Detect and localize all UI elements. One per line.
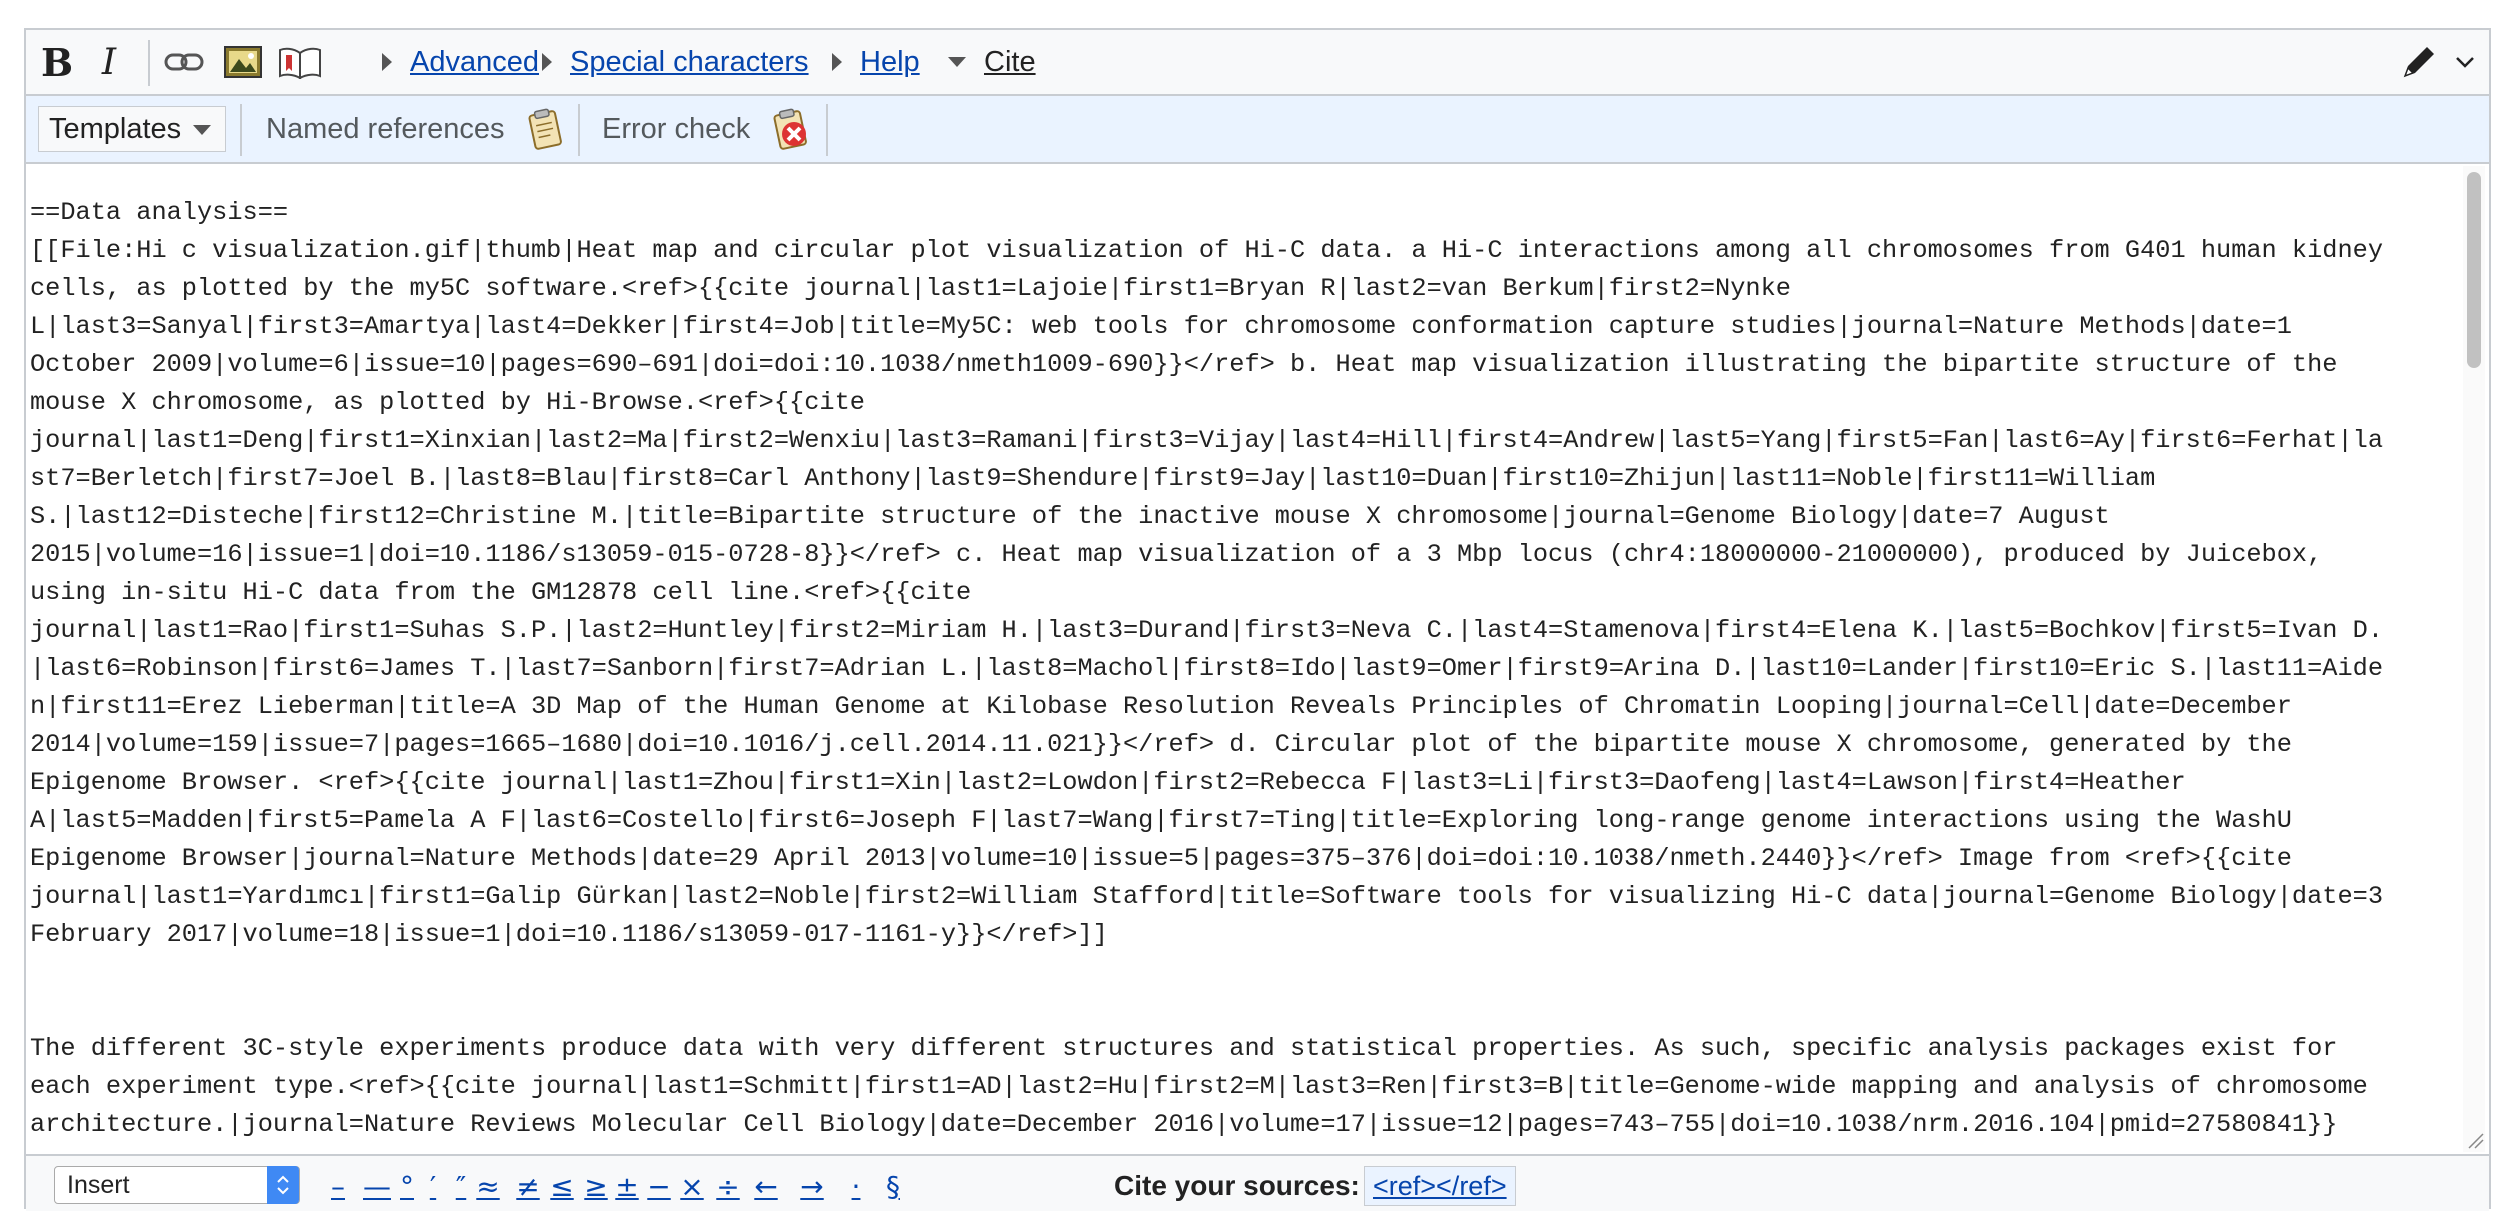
special-symbol-button[interactable]: × [676,1168,708,1204]
editing-mode-switch[interactable] [2399,42,2475,82]
special-symbol-button[interactable]: — [360,1168,394,1204]
wikitext-editor: B I Advanced Special characters Help Cit… [24,28,2493,1211]
special-symbol-button[interactable]: ÷ [712,1168,744,1204]
insert-ref-button[interactable]: <ref></ref> [1364,1166,1516,1206]
templates-label: Templates [49,112,182,145]
special-symbol-button[interactable]: ≠ [512,1168,544,1204]
textarea-line: architecture.|journal=Nature Reviews Mol… [30,1110,2338,1139]
textarea-line: The different 3C-style experiments produ… [30,1034,2338,1063]
link-icon[interactable] [162,42,206,82]
textarea-line: Epigenome Browser|journal=Nature Methods… [30,844,2292,873]
toolbar-divider [826,104,828,156]
textarea-line: October 2009|volume=6|issue=10|pages=690… [30,350,2338,379]
clipboard-icon [528,108,562,150]
triangle-right-icon [382,53,392,71]
error-check-button[interactable]: Error check [602,106,812,152]
textarea-line [30,954,2453,992]
toolbar-divider [148,40,150,86]
help-menu[interactable]: Help [832,42,920,82]
bold-button[interactable]: B [40,40,74,85]
textarea-line: ==Data analysis== [30,198,289,227]
special-characters-menu[interactable]: Special characters [542,42,809,82]
special-symbol-button[interactable]: – [324,1168,352,1204]
named-references-button[interactable]: Named references [266,106,567,152]
resize-handle-icon[interactable] [2463,1128,2485,1150]
insert-dropdown[interactable]: Insert [54,1166,300,1204]
textarea-scrollbar[interactable] [2463,166,2485,1152]
textarea-line: each experiment type.<ref>{{cite journal… [30,1072,2368,1101]
textarea-line: 2015|volume=16|issue=1|doi=10.1186/s1305… [30,540,2323,569]
special-symbol-button[interactable]: − [644,1168,674,1204]
insert-selected-value: Insert [67,1170,130,1199]
textarea-line: |last6=Robinson|first6=James T.|last7=Sa… [30,654,2383,683]
toolbar-divider [578,104,580,156]
templates-dropdown[interactable]: Templates [38,106,226,152]
chevron-down-icon [2456,57,2474,68]
special-symbol-button[interactable]: ≤ [546,1168,578,1204]
dropdown-arrow-icon [193,125,211,135]
wikitext-textarea[interactable]: ==Data analysis== [[File:Hi c visualizati… [26,164,2493,1154]
textarea-line: cells, as plotted by the my5C software.<… [30,274,1791,303]
cite-menu[interactable]: Cite [948,42,1036,82]
error-check-label: Error check [602,112,751,145]
special-symbol-button[interactable]: · [840,1168,872,1204]
textarea-line: using in-situ Hi-C data from the GM12878… [30,578,972,607]
insert-bar: Insert – — ° ′ ″ ≈ ≠ ≤ ≥ ± − × ÷ ← → · § Cite your sourc… [26,1154,2489,1211]
cite-toolbar: Templates Named references Error check [26,96,2489,164]
textarea-line: [[File:Hi c visualization.gif|thumb|Heat… [30,236,2383,265]
special-symbol-button[interactable]: ° [394,1168,420,1204]
special-characters-label: Special characters [570,45,809,78]
cite-sources-label: Cite your sources: [1114,1170,1360,1201]
textarea-line: st7=Berletch|first7=Joel B.|last8=Blau|f… [30,464,2156,493]
select-spinner-icon [267,1166,299,1204]
pencil-icon [2403,47,2434,78]
special-symbol-button[interactable]: ≥ [580,1168,612,1204]
special-symbol-button[interactable]: ± [612,1168,642,1204]
italic-button[interactable]: I [94,42,124,83]
textarea-line: 2014|volume=159|issue=7|pages=1665–1680|… [30,730,2292,759]
named-references-label: Named references [266,112,505,145]
triangle-right-icon [832,53,842,71]
reference-book-icon[interactable] [276,42,324,82]
special-symbol-button[interactable]: § [878,1168,908,1204]
textarea-line: n|first11=Erez Lieberman|title=A 3D Map … [30,692,2292,721]
textarea-line: journal|last1=Rao|first1=Suhas S.P.|last… [30,616,2383,645]
advanced-label: Advanced [410,45,539,78]
special-symbol-button[interactable]: ≈ [472,1168,504,1204]
toolbar-divider [240,104,242,156]
textarea-line: L|last3=Sanyal|first3=Amartya|last4=Dekk… [30,312,2292,341]
embedded-file-icon[interactable] [222,42,264,82]
textarea-line: mouse X chromosome, as plotted by Hi-Bro… [30,388,865,417]
advanced-menu[interactable]: Advanced [382,42,539,82]
textarea-line [30,992,2453,1030]
scrollbar-thumb[interactable] [2467,172,2481,368]
error-clipboard-icon [773,108,808,150]
triangle-down-icon [948,57,966,67]
cite-label: Cite [984,45,1036,78]
textarea-line: A|last5=Madden|first5=Pamela A F|last6=C… [30,806,2292,835]
textarea-line: February 2017|volume=18|issue=1|doi=10.1… [30,920,1108,949]
textarea-line: S.|last12=Disteche|first12=Christine M.|… [30,502,2110,531]
main-toolbar: B I Advanced Special characters Help Cit… [26,30,2489,96]
help-label: Help [860,45,920,78]
special-symbol-button[interactable]: ′ [420,1168,446,1204]
textarea-line: journal|last1=Deng|first1=Xinxian|last2=… [30,426,2383,455]
textarea-line: journal|last1=Yardımcı|first1=Galip Gürk… [30,882,2383,911]
textarea-line: Epigenome Browser. <ref>{{cite journal|l… [30,768,2186,797]
triangle-right-icon [542,53,552,71]
special-symbol-button[interactable]: → [790,1168,834,1204]
special-symbol-button[interactable]: ← [746,1168,786,1204]
